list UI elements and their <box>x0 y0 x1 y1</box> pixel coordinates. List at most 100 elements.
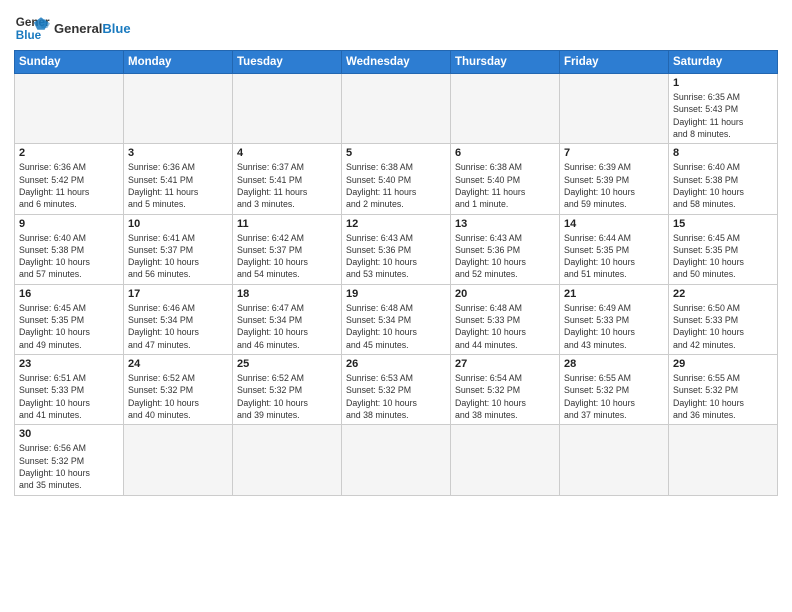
day-number: 28 <box>564 358 664 370</box>
calendar-cell <box>233 425 342 495</box>
day-info: Sunrise: 6:52 AM Sunset: 5:32 PM Dayligh… <box>128 372 228 421</box>
day-info: Sunrise: 6:42 AM Sunset: 5:37 PM Dayligh… <box>237 232 337 281</box>
day-number: 1 <box>673 77 773 89</box>
calendar-week-row: 30Sunrise: 6:56 AM Sunset: 5:32 PM Dayli… <box>15 425 778 495</box>
day-number: 22 <box>673 288 773 300</box>
day-number: 25 <box>237 358 337 370</box>
calendar-header-sunday: Sunday <box>15 51 124 74</box>
calendar-header-monday: Monday <box>124 51 233 74</box>
logo-text: GeneralBlue <box>54 21 131 36</box>
calendar-cell: 14Sunrise: 6:44 AM Sunset: 5:35 PM Dayli… <box>560 214 669 284</box>
calendar-header-wednesday: Wednesday <box>342 51 451 74</box>
calendar-header-tuesday: Tuesday <box>233 51 342 74</box>
day-info: Sunrise: 6:49 AM Sunset: 5:33 PM Dayligh… <box>564 302 664 351</box>
calendar-header-saturday: Saturday <box>669 51 778 74</box>
day-number: 29 <box>673 358 773 370</box>
day-number: 3 <box>128 147 228 159</box>
day-info: Sunrise: 6:40 AM Sunset: 5:38 PM Dayligh… <box>19 232 119 281</box>
calendar-cell <box>560 425 669 495</box>
calendar-cell <box>669 425 778 495</box>
calendar-cell: 29 Sunrise: 6:55 AM Sunset: 5:32 PM Dayli… <box>669 355 778 425</box>
day-number: 8 <box>673 147 773 159</box>
calendar-cell: 13 Sunrise: 6:43 AM Sunset: 5:36 PM Dayli… <box>451 214 560 284</box>
calendar-cell <box>124 425 233 495</box>
calendar-cell <box>233 74 342 144</box>
calendar-cell: 25 Sunrise: 6:52 AM Sunset: 5:32 PM Dayli… <box>233 355 342 425</box>
day-info: Sunrise: 6:47 AM Sunset: 5:34 PM Dayligh… <box>237 302 337 351</box>
calendar-cell: 22 Sunrise: 6:50 AM Sunset: 5:33 PM Dayli… <box>669 284 778 354</box>
day-number: 17 <box>128 288 228 300</box>
calendar-cell: 28 Sunrise: 6:55 AM Sunset: 5:32 PM Dayli… <box>560 355 669 425</box>
calendar-week-row: 16Sunrise: 6:45 AM Sunset: 5:35 PM Dayli… <box>15 284 778 354</box>
day-number: 14 <box>564 218 664 230</box>
calendar-cell: 1 Sunrise: 6:35 AM Sunset: 5:43 PM Daylig… <box>669 74 778 144</box>
day-number: 7 <box>564 147 664 159</box>
calendar-cell: 15Sunrise: 6:45 AM Sunset: 5:35 PM Dayli… <box>669 214 778 284</box>
calendar-cell: 16Sunrise: 6:45 AM Sunset: 5:35 PM Dayli… <box>15 284 124 354</box>
day-info: Sunrise: 6:38 AM Sunset: 5:40 PM Dayligh… <box>455 161 555 210</box>
day-info: Sunrise: 6:40 AM Sunset: 5:38 PM Dayligh… <box>673 161 773 210</box>
calendar-cell <box>342 74 451 144</box>
calendar-cell: 6 Sunrise: 6:38 AM Sunset: 5:40 PM Daylig… <box>451 144 560 214</box>
calendar-cell: 30Sunrise: 6:56 AM Sunset: 5:32 PM Dayli… <box>15 425 124 495</box>
day-info: Sunrise: 6:41 AM Sunset: 5:37 PM Dayligh… <box>128 232 228 281</box>
day-number: 16 <box>19 288 119 300</box>
day-number: 19 <box>346 288 446 300</box>
calendar-header-friday: Friday <box>560 51 669 74</box>
day-info: Sunrise: 6:43 AM Sunset: 5:36 PM Dayligh… <box>455 232 555 281</box>
calendar-week-row: 1 Sunrise: 6:35 AM Sunset: 5:43 PM Daylig… <box>15 74 778 144</box>
calendar-cell: 20Sunrise: 6:48 AM Sunset: 5:33 PM Dayli… <box>451 284 560 354</box>
day-number: 9 <box>19 218 119 230</box>
day-info: Sunrise: 6:39 AM Sunset: 5:39 PM Dayligh… <box>564 161 664 210</box>
day-number: 4 <box>237 147 337 159</box>
calendar-cell: 11 Sunrise: 6:42 AM Sunset: 5:37 PM Dayli… <box>233 214 342 284</box>
day-info: Sunrise: 6:36 AM Sunset: 5:42 PM Dayligh… <box>19 161 119 210</box>
day-number: 10 <box>128 218 228 230</box>
day-info: Sunrise: 6:50 AM Sunset: 5:33 PM Dayligh… <box>673 302 773 351</box>
day-number: 18 <box>237 288 337 300</box>
day-info: Sunrise: 6:52 AM Sunset: 5:32 PM Dayligh… <box>237 372 337 421</box>
day-number: 2 <box>19 147 119 159</box>
calendar-cell: 12Sunrise: 6:43 AM Sunset: 5:36 PM Dayli… <box>342 214 451 284</box>
calendar-cell: 3Sunrise: 6:36 AM Sunset: 5:41 PM Daylig… <box>124 144 233 214</box>
day-number: 30 <box>19 428 119 440</box>
day-number: 23 <box>19 358 119 370</box>
generalblue-logo-icon: General Blue <box>14 10 50 46</box>
calendar-cell: 4Sunrise: 6:37 AM Sunset: 5:41 PM Daylig… <box>233 144 342 214</box>
calendar-cell: 5Sunrise: 6:38 AM Sunset: 5:40 PM Daylig… <box>342 144 451 214</box>
calendar-cell <box>342 425 451 495</box>
calendar-cell: 19 Sunrise: 6:48 AM Sunset: 5:34 PM Dayli… <box>342 284 451 354</box>
calendar-week-row: 23 Sunrise: 6:51 AM Sunset: 5:33 PM Dayli… <box>15 355 778 425</box>
day-info: Sunrise: 6:53 AM Sunset: 5:32 PM Dayligh… <box>346 372 446 421</box>
day-number: 6 <box>455 147 555 159</box>
day-number: 24 <box>128 358 228 370</box>
day-number: 26 <box>346 358 446 370</box>
calendar-week-row: 2 Sunrise: 6:36 AM Sunset: 5:42 PM Daylig… <box>15 144 778 214</box>
calendar-cell <box>15 74 124 144</box>
day-info: Sunrise: 6:55 AM Sunset: 5:32 PM Dayligh… <box>564 372 664 421</box>
calendar-cell: 9 Sunrise: 6:40 AM Sunset: 5:38 PM Daylig… <box>15 214 124 284</box>
day-info: Sunrise: 6:46 AM Sunset: 5:34 PM Dayligh… <box>128 302 228 351</box>
day-number: 15 <box>673 218 773 230</box>
calendar-table: SundayMondayTuesdayWednesdayThursdayFrid… <box>14 50 778 496</box>
day-info: Sunrise: 6:35 AM Sunset: 5:43 PM Dayligh… <box>673 91 773 140</box>
day-info: Sunrise: 6:51 AM Sunset: 5:33 PM Dayligh… <box>19 372 119 421</box>
day-info: Sunrise: 6:38 AM Sunset: 5:40 PM Dayligh… <box>346 161 446 210</box>
day-number: 20 <box>455 288 555 300</box>
calendar-cell: 2 Sunrise: 6:36 AM Sunset: 5:42 PM Daylig… <box>15 144 124 214</box>
day-number: 11 <box>237 218 337 230</box>
calendar-cell: 23 Sunrise: 6:51 AM Sunset: 5:33 PM Dayli… <box>15 355 124 425</box>
calendar-week-row: 9 Sunrise: 6:40 AM Sunset: 5:38 PM Daylig… <box>15 214 778 284</box>
calendar-header-thursday: Thursday <box>451 51 560 74</box>
calendar-cell: 17 Sunrise: 6:46 AM Sunset: 5:34 PM Dayli… <box>124 284 233 354</box>
day-info: Sunrise: 6:54 AM Sunset: 5:32 PM Dayligh… <box>455 372 555 421</box>
calendar-cell: 21Sunrise: 6:49 AM Sunset: 5:33 PM Dayli… <box>560 284 669 354</box>
logo: General Blue GeneralBlue <box>14 10 131 46</box>
day-number: 13 <box>455 218 555 230</box>
calendar-cell: 18 Sunrise: 6:47 AM Sunset: 5:34 PM Dayli… <box>233 284 342 354</box>
day-info: Sunrise: 6:48 AM Sunset: 5:34 PM Dayligh… <box>346 302 446 351</box>
calendar-cell: 26 Sunrise: 6:53 AM Sunset: 5:32 PM Dayli… <box>342 355 451 425</box>
calendar-cell <box>560 74 669 144</box>
calendar-cell: 10 Sunrise: 6:41 AM Sunset: 5:37 PM Dayli… <box>124 214 233 284</box>
day-info: Sunrise: 6:55 AM Sunset: 5:32 PM Dayligh… <box>673 372 773 421</box>
